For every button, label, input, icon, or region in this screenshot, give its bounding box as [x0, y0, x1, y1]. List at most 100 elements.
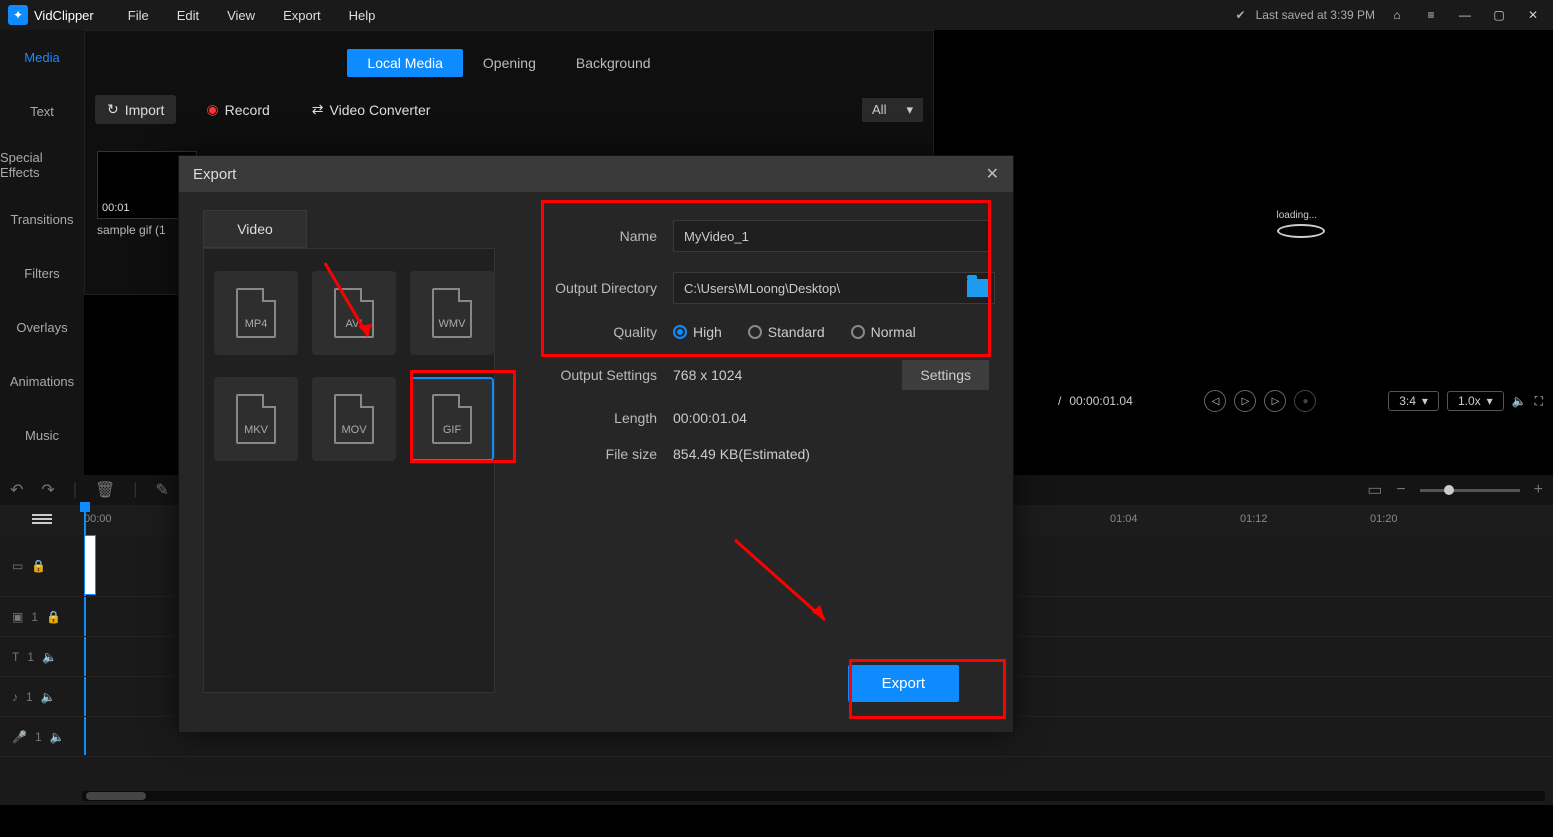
hamburger-icon[interactable]: ≡ [1419, 3, 1443, 27]
track-count: 1 [35, 730, 42, 744]
titlebar: ✦ VidClipper File Edit View Export Help … [0, 0, 1553, 30]
thumb-duration: 00:01 [102, 202, 130, 214]
crop-button[interactable]: ✎ [155, 480, 168, 500]
length-value: 00:00:01.04 [673, 410, 747, 426]
add-track-button[interactable] [32, 512, 52, 526]
preview-panel: loading... / 00:00:01.04 ◁ ▷ ▷ ● 3:4▾ 1.… [1048, 30, 1553, 460]
format-avi[interactable]: AVI [312, 271, 396, 355]
quality-normal-radio[interactable]: Normal [851, 324, 916, 340]
aspect-ratio-dropdown[interactable]: 3:4▾ [1388, 391, 1439, 411]
check-icon: ✔ [1236, 8, 1246, 22]
file-icon: MKV [236, 394, 276, 444]
save-status: Last saved at 3:39 PM [1256, 8, 1375, 22]
quality-high-radio[interactable]: High [673, 324, 722, 340]
sidebar-overlays[interactable]: Overlays [0, 300, 84, 354]
convert-icon: ⇄ [312, 101, 324, 118]
format-gif[interactable]: GIF [410, 377, 494, 461]
audio-track-icon: ♪ [12, 690, 18, 704]
media-filter-dropdown[interactable]: All▾ [862, 98, 923, 122]
tab-local-media[interactable]: Local Media [347, 49, 463, 77]
sidebar-filters[interactable]: Filters [0, 246, 84, 300]
label-quality: Quality [543, 324, 673, 340]
stop-button[interactable]: ● [1294, 390, 1316, 412]
import-icon: ↻ [107, 101, 119, 118]
export-button[interactable]: Export [848, 665, 959, 702]
dialog-title: Export [193, 166, 236, 183]
record-button[interactable]: ◉Record [194, 95, 281, 124]
sidebar-animations[interactable]: Animations [0, 354, 84, 408]
menu-help[interactable]: Help [335, 8, 390, 23]
mute-icon[interactable]: 🔈 [42, 650, 57, 664]
output-directory-input[interactable] [673, 272, 995, 304]
format-mp4[interactable]: MP4 [214, 271, 298, 355]
close-window-icon[interactable]: ✕ [1521, 3, 1545, 27]
ruler-tick: 00:00 [84, 513, 112, 525]
browse-folder-button[interactable] [967, 279, 989, 297]
mute-icon[interactable]: 🔈 [41, 690, 56, 704]
tab-opening[interactable]: Opening [463, 49, 556, 77]
fit-icon[interactable]: ▭ [1367, 480, 1382, 500]
app-logo-icon: ✦ [8, 5, 28, 25]
sidebar-special-effects[interactable]: Special Effects [0, 138, 84, 192]
next-frame-button[interactable]: ▷ [1264, 390, 1286, 412]
track-count: 1 [27, 650, 34, 664]
dialog-close-button[interactable]: ✕ [986, 164, 999, 184]
format-wmv[interactable]: WMV [410, 271, 494, 355]
volume-icon[interactable]: 🔈 [1512, 394, 1527, 408]
home-icon[interactable]: ⌂ [1385, 3, 1409, 27]
format-mov[interactable]: MOV [312, 377, 396, 461]
total-time: 00:00:01.04 [1069, 394, 1132, 408]
file-icon: AVI [334, 288, 374, 338]
prev-frame-button[interactable]: ◁ [1204, 390, 1226, 412]
export-tab-video[interactable]: Video [203, 210, 307, 248]
sidebar-media[interactable]: Media [0, 30, 84, 84]
video-track-icon: ▭ [12, 559, 23, 573]
chevron-down-icon: ▾ [1422, 394, 1428, 408]
format-grid: MP4 AVI WMV MKV MOV GIF [203, 248, 495, 693]
fullscreen-icon[interactable]: ⛶ [1535, 394, 1543, 409]
sidebar-text[interactable]: Text [0, 84, 84, 138]
menu-file[interactable]: File [114, 8, 163, 23]
play-button[interactable]: ▷ [1234, 390, 1256, 412]
delete-button[interactable]: 🗑 [95, 480, 115, 500]
minimize-icon[interactable]: — [1453, 3, 1477, 27]
label-length: Length [543, 410, 673, 426]
format-mkv[interactable]: MKV [214, 377, 298, 461]
maximize-icon[interactable]: ▢ [1487, 3, 1511, 27]
menu-view[interactable]: View [213, 8, 269, 23]
sidebar-music[interactable]: Music [0, 408, 84, 462]
label-output-directory: Output Directory [543, 280, 673, 296]
chevron-down-icon: ▾ [906, 102, 913, 118]
label-file-size: File size [543, 446, 673, 462]
zoom-out-button[interactable]: − [1396, 481, 1405, 499]
speed-dropdown[interactable]: 1.0x▾ [1447, 391, 1504, 411]
loading-ring-icon [1277, 224, 1325, 238]
dialog-titlebar: Export ✕ [179, 156, 1013, 192]
file-icon: MOV [334, 394, 374, 444]
menu-edit[interactable]: Edit [163, 8, 213, 23]
chevron-down-icon: ▾ [1487, 394, 1493, 408]
mic-track-icon: 🎤 [12, 730, 27, 744]
menu-export[interactable]: Export [269, 8, 335, 23]
track-count: 1 [26, 690, 33, 704]
redo-button[interactable]: ↷ [41, 480, 54, 500]
zoom-in-button[interactable]: + [1534, 481, 1543, 499]
current-time-separator: / [1058, 394, 1061, 408]
quality-standard-radio[interactable]: Standard [748, 324, 825, 340]
sidebar: Media Text Special Effects Transitions F… [0, 30, 84, 480]
lock-icon[interactable]: 🔒 [31, 559, 46, 573]
undo-button[interactable]: ↶ [10, 480, 23, 500]
sidebar-transitions[interactable]: Transitions [0, 192, 84, 246]
filesize-value: 854.49 KB(Estimated) [673, 446, 810, 462]
name-input[interactable] [673, 220, 989, 252]
lock-icon[interactable]: 🔒 [46, 610, 61, 624]
video-converter-button[interactable]: ⇄Video Converter [300, 95, 443, 124]
mute-icon[interactable]: 🔈 [50, 730, 65, 744]
zoom-slider[interactable] [1420, 489, 1520, 492]
timeline-scrollbar[interactable] [82, 791, 1545, 801]
file-icon: WMV [432, 288, 472, 338]
settings-button[interactable]: Settings [902, 360, 989, 390]
tab-background[interactable]: Background [556, 49, 671, 77]
file-icon: MP4 [236, 288, 276, 338]
import-button[interactable]: ↻Import [95, 95, 176, 124]
